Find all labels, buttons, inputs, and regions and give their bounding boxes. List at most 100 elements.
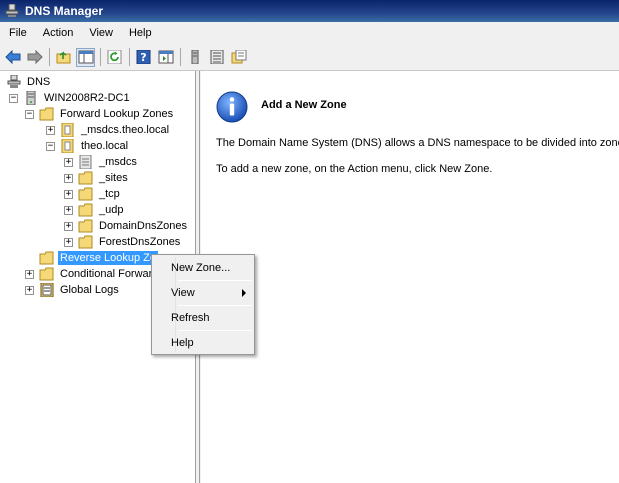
tree-label-server: WIN2008R2-DC1	[44, 92, 130, 104]
context-menu-help[interactable]: Help	[154, 333, 252, 353]
list-icon	[210, 50, 223, 64]
context-menu-separator	[178, 305, 252, 306]
context-menu-new-zone[interactable]: New Zone...	[154, 258, 252, 278]
back-icon	[4, 50, 20, 64]
up-folder-icon	[56, 51, 70, 64]
tree-node-dns[interactable]: DNS	[6, 74, 52, 90]
folder-icon	[78, 235, 93, 249]
expand-icon[interactable]: +	[64, 157, 73, 167]
tree-node-forest-dns-zones[interactable]: + ForestDnsZones	[64, 234, 182, 250]
tree-node-forward-lookup-zones[interactable]: − Forward Lookup Zones	[25, 106, 175, 122]
zone-icon	[61, 139, 74, 153]
expand-icon[interactable]: +	[64, 189, 73, 199]
context-menu-separator	[178, 280, 252, 281]
menu-bar: File Action View Help	[0, 22, 619, 44]
up-one-level-button[interactable]	[54, 48, 73, 67]
tree-label-udp: _udp	[99, 204, 124, 216]
tree-node-msdcs-zone[interactable]: + _msdcs.theo.local	[46, 122, 171, 138]
tree-node-conditional-forwarders[interactable]: + Conditional Forwar	[25, 266, 154, 282]
tree-label-domain-dns-zones: DomainDnsZones	[99, 220, 188, 232]
tree-node-global-logs[interactable]: + Global Logs	[25, 282, 121, 298]
tree-label-theo-local: theo.local	[81, 140, 129, 152]
details-pane: Add a New Zone The Domain Name System (D…	[201, 71, 619, 483]
folder-icon	[78, 219, 93, 233]
context-menu-new-zone-label: New Zone...	[171, 262, 231, 274]
context-menu-view-label: View	[171, 287, 195, 299]
collapse-icon[interactable]: −	[9, 93, 18, 103]
delegation-icon	[79, 155, 92, 169]
folder-icon	[78, 203, 93, 217]
refresh-button[interactable]	[105, 48, 124, 67]
toolbar: ?	[0, 44, 619, 71]
tree-label-conditional-forwarders: Conditional Forwar	[60, 268, 153, 280]
menu-file[interactable]: File	[0, 27, 35, 39]
tree-label-dns: DNS	[27, 76, 51, 88]
expand-icon[interactable]: +	[46, 125, 55, 135]
svg-text:?: ?	[140, 51, 146, 64]
tree-label-msdcs-zone: _msdcs.theo.local	[81, 124, 170, 136]
properties-icon	[231, 50, 246, 64]
expand-icon[interactable]: +	[64, 173, 73, 183]
tree-label-forward-lookup-zones: Forward Lookup Zones	[60, 108, 174, 120]
context-menu-refresh[interactable]: Refresh	[154, 308, 252, 328]
instruction-text: To add a new zone, on the Action menu, c…	[216, 163, 493, 175]
toolbar-separator	[49, 48, 50, 66]
menu-help[interactable]: Help	[121, 27, 160, 39]
expand-icon[interactable]: +	[64, 205, 73, 215]
tree-node-sites[interactable]: + _sites	[64, 170, 130, 186]
tree-label-forest-dns-zones: ForestDnsZones	[99, 236, 181, 248]
expand-icon[interactable]: +	[25, 285, 34, 295]
context-menu-view[interactable]: View	[154, 283, 252, 303]
context-menu-help-label: Help	[171, 337, 194, 349]
forward-button[interactable]	[25, 48, 44, 67]
server-icon	[26, 91, 36, 105]
title-bar: DNS Manager	[0, 0, 619, 22]
expand-icon[interactable]: +	[25, 269, 34, 279]
page-title: Add a New Zone	[261, 99, 347, 111]
folder-icon	[39, 267, 54, 281]
server-button[interactable]	[185, 48, 204, 67]
folder-icon	[39, 251, 54, 265]
tree-node-reverse-lookup-zones[interactable]: Reverse Lookup Zo	[25, 250, 158, 266]
context-menu-refresh-label: Refresh	[171, 312, 210, 324]
collapse-icon[interactable]: −	[25, 109, 34, 119]
tree-node-domain-dns-zones[interactable]: + DomainDnsZones	[64, 218, 189, 234]
folder-icon	[78, 187, 93, 201]
tree-node-tcp[interactable]: + _tcp	[64, 186, 122, 202]
tree-label-sites: _sites	[99, 172, 128, 184]
context-menu: New Zone... View Refresh Help	[151, 254, 255, 355]
context-menu-separator	[178, 330, 252, 331]
window-title: DNS Manager	[25, 4, 104, 18]
toolbar-separator	[129, 48, 130, 66]
dns-manager-icon	[5, 4, 19, 17]
show-hide-console-tree-button[interactable]	[76, 47, 95, 67]
collapse-icon[interactable]: −	[46, 141, 55, 151]
server-icon	[191, 50, 198, 64]
menu-action[interactable]: Action	[35, 27, 82, 39]
submenu-arrow-icon	[242, 289, 246, 297]
tree-label-tcp: _tcp	[99, 188, 120, 200]
expand-icon[interactable]: +	[64, 237, 73, 247]
description-text: The Domain Name System (DNS) allows a DN…	[216, 137, 619, 149]
tree-node-server[interactable]: − WIN2008R2-DC1	[9, 90, 132, 106]
back-button[interactable]	[3, 48, 22, 67]
folder-icon	[39, 107, 54, 121]
folder-icon	[78, 171, 93, 185]
menu-view[interactable]: View	[81, 27, 121, 39]
show-action-pane-button[interactable]	[156, 48, 175, 67]
tree-node-msdcs[interactable]: + _msdcs	[64, 154, 139, 170]
tree-node-udp[interactable]: + _udp	[64, 202, 125, 218]
help-icon: ?	[136, 50, 150, 64]
zone-icon	[61, 123, 74, 137]
expand-icon[interactable]: +	[64, 221, 73, 231]
forward-icon	[27, 50, 43, 64]
help-button[interactable]: ?	[134, 48, 153, 67]
event-log-icon	[40, 283, 54, 297]
properties-button[interactable]	[229, 48, 248, 67]
list-button[interactable]	[207, 48, 226, 67]
toolbar-separator	[100, 48, 101, 66]
toolbar-separator	[180, 48, 181, 66]
tree-node-theo-local[interactable]: − theo.local	[46, 138, 130, 154]
tree-label-global-logs: Global Logs	[60, 284, 119, 296]
tree-label-reverse-lookup-zones: Reverse Lookup Zo	[58, 251, 158, 265]
